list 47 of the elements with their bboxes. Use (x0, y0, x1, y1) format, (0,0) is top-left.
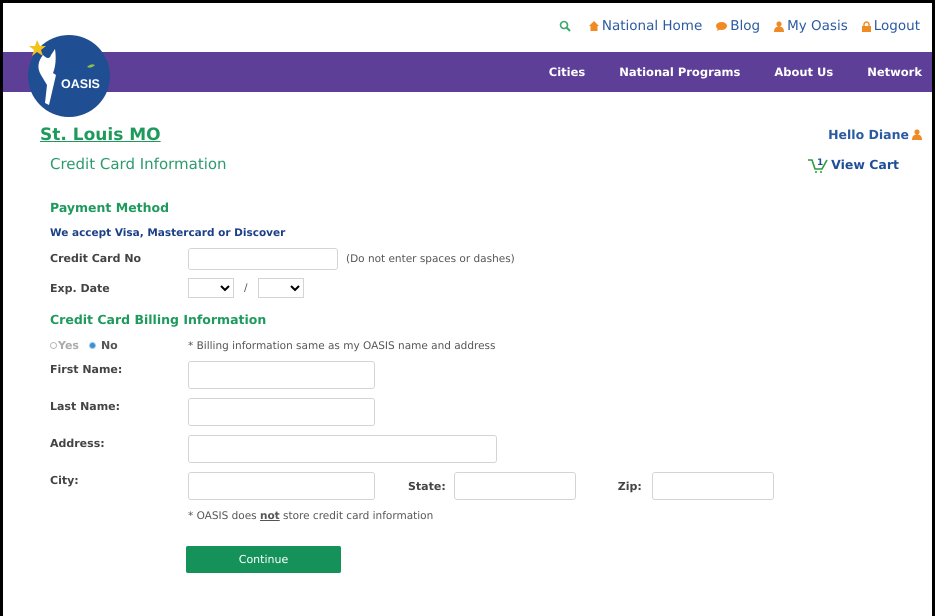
house-icon (588, 21, 599, 31)
nav-link[interactable]: Cities (532, 65, 602, 79)
text-field[interactable] (188, 398, 375, 426)
state-field[interactable] (454, 472, 576, 500)
header-link[interactable]: National Home (588, 18, 702, 34)
radio-option[interactable]: No (88, 339, 118, 352)
date-separator: / (244, 282, 248, 294)
oasis-logo[interactable]: OASIS (25, 35, 111, 117)
accepted-cards-text: We accept Visa, Mastercard or Discover (50, 227, 286, 239)
storage-note: * OASIS does not store credit card information (188, 510, 434, 522)
header-link[interactable]: Blog (716, 18, 760, 34)
field-label: Last Name: (50, 399, 122, 413)
text-field[interactable] (188, 361, 375, 389)
search-icon[interactable] (558, 20, 571, 32)
card-number-field[interactable] (188, 248, 338, 270)
person-icon (774, 20, 784, 32)
location-link[interactable]: St. Louis MO (40, 125, 161, 145)
field-label: Exp. Date (50, 282, 111, 294)
hint-text: (Do not enter spaces or dashes) (346, 253, 515, 265)
field-label: State: (408, 480, 446, 492)
section-heading: Credit Card Billing Information (50, 312, 268, 327)
nav-link[interactable]: About Us (757, 65, 850, 79)
radio-button[interactable] (88, 342, 96, 349)
view-cart-link[interactable]: 1 View Cart (808, 156, 899, 172)
greeting-text: Hello Diane (828, 127, 922, 142)
field-label: Credit Card No (50, 251, 142, 265)
billing-note: * Billing information same as my OASIS name and address (188, 340, 496, 352)
continue-button[interactable]: Continue (186, 546, 341, 573)
chat-icon (716, 22, 728, 30)
person-icon (912, 129, 922, 140)
nav-link[interactable]: National Programs (602, 65, 758, 79)
text-field[interactable] (188, 435, 497, 463)
header-link[interactable]: Logout (862, 18, 920, 34)
year-dropdown[interactable] (258, 278, 304, 298)
radio-button[interactable] (50, 342, 57, 349)
field-label: Zip: (618, 480, 642, 492)
section-heading: Payment Method (50, 200, 170, 215)
field-label: Address: (50, 436, 106, 450)
header-link[interactable]: My Oasis (774, 18, 848, 34)
zip-field[interactable] (652, 472, 774, 500)
field-label: First Name: (50, 362, 124, 376)
field-label: City: (50, 473, 80, 487)
nav-link[interactable]: Network (850, 65, 932, 79)
month-dropdown[interactable] (188, 278, 234, 298)
city-field[interactable] (188, 472, 375, 500)
page-title: Credit Card Information (50, 155, 227, 173)
lock-icon (862, 20, 871, 32)
